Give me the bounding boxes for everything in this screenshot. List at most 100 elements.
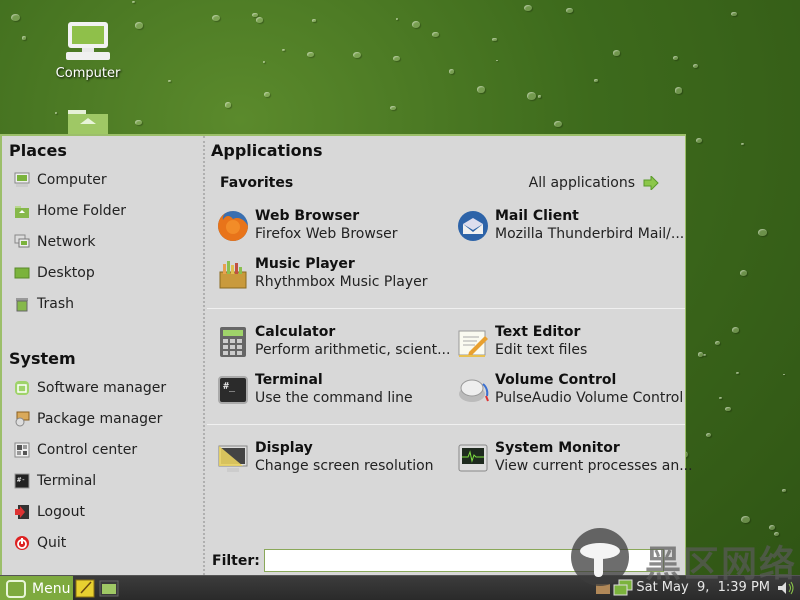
app-desc: Use the command line	[255, 390, 413, 406]
app-desc: Firefox Web Browser	[255, 226, 398, 242]
water-drop	[352, 51, 362, 59]
volume-control-icon	[457, 374, 489, 406]
system-item-quit[interactable]: Quit	[14, 530, 66, 556]
water-drop	[781, 488, 787, 493]
app-volume-control[interactable]: Volume Control PulseAudio Volume Control	[457, 371, 692, 408]
water-drop	[782, 373, 785, 376]
water-drop	[703, 353, 706, 356]
places-item-trash[interactable]: Trash	[14, 291, 74, 317]
water-drop	[773, 531, 779, 536]
app-terminal[interactable]: #_ Terminal Use the command line	[217, 371, 452, 408]
display-icon	[217, 442, 249, 474]
software-manager-icon	[14, 380, 30, 396]
filter-input[interactable]	[264, 549, 664, 572]
water-drop	[715, 341, 721, 345]
all-applications-button[interactable]: All applications	[529, 175, 659, 191]
logout-icon	[14, 504, 30, 520]
places-item-desktop[interactable]: Desktop	[14, 260, 95, 286]
water-drop	[224, 102, 232, 108]
terminal-icon: #_	[217, 374, 249, 406]
places-item-label: Computer	[37, 172, 107, 188]
desktop-icon-computer[interactable]: Computer	[33, 20, 143, 81]
menu-button[interactable]: Menu	[0, 576, 73, 600]
all-applications-label: All applications	[528, 175, 635, 191]
terminal-icon: #-	[14, 473, 30, 489]
system-monitor-icon	[457, 442, 489, 474]
app-desc: PulseAudio Volume Control	[495, 390, 684, 406]
water-drop	[131, 0, 135, 3]
water-drop	[674, 87, 683, 94]
app-desc: Change screen resolution	[255, 458, 434, 474]
desktop-icon	[14, 265, 30, 281]
system-item-terminal[interactable]: #- Terminal	[14, 468, 96, 494]
water-drop	[768, 524, 776, 530]
water-drop	[695, 137, 703, 144]
places-item-computer[interactable]: Computer	[14, 167, 107, 193]
menu-button-label: Menu	[32, 580, 71, 597]
app-display[interactable]: Display Change screen resolution	[217, 439, 452, 476]
app-text-editor[interactable]: Text Editor Edit text files	[457, 323, 692, 360]
start-menu: Places Computer Home Folder Network Desk…	[0, 134, 693, 575]
system-item-logout[interactable]: Logout	[14, 499, 85, 525]
places-title: Places	[9, 141, 67, 160]
taskbar: Menu Sat May 9, 1:39 PM	[0, 575, 800, 600]
app-calculator[interactable]: Calculator Perform arithmetic, scient...	[217, 323, 452, 360]
system-item-control-center[interactable]: Control center	[14, 437, 137, 463]
package-manager-icon	[14, 411, 30, 427]
show-desktop-icon[interactable]	[99, 579, 119, 598]
svg-text:#_: #_	[223, 381, 236, 392]
water-drop	[554, 120, 562, 127]
system-item-label: Package manager	[37, 411, 163, 427]
water-drop	[731, 327, 740, 334]
arrow-right-icon	[643, 176, 659, 190]
system-item-package-manager[interactable]: Package manager	[14, 406, 162, 432]
system-item-label: Control center	[37, 442, 138, 458]
water-drop	[476, 86, 486, 93]
app-system-monitor[interactable]: System Monitor View current processes an.…	[457, 439, 693, 476]
favorites-label: Favorites	[220, 175, 294, 191]
network-icon	[14, 234, 30, 250]
water-drop	[672, 56, 678, 61]
water-drop	[492, 37, 497, 42]
folder-tray-icon[interactable]	[596, 581, 610, 595]
clock[interactable]: Sat May 9, 1:39 PM	[636, 580, 770, 595]
system-item-software-manager[interactable]: Software manager	[14, 375, 166, 401]
quit-icon	[14, 535, 30, 551]
water-drop	[211, 14, 220, 22]
water-drop	[307, 52, 314, 58]
app-desc: Perform arithmetic, scient...	[255, 342, 451, 358]
filter-label: Filter:	[212, 553, 260, 569]
water-drop	[262, 61, 266, 64]
app-name: Text Editor	[495, 324, 581, 340]
app-name: Terminal	[255, 372, 323, 388]
water-drop	[312, 19, 316, 22]
water-drop	[594, 79, 599, 82]
app-name: System Monitor	[495, 440, 620, 456]
app-desc: Rhythmbox Music Player	[255, 274, 428, 290]
text-editor-launcher-icon[interactable]	[75, 579, 95, 598]
app-mail-client[interactable]: Mail Client Mozilla Thunderbird Mail/...	[457, 207, 692, 244]
water-drop	[11, 13, 21, 22]
app-name: Calculator	[255, 324, 336, 340]
calculator-icon	[217, 326, 249, 358]
volume-tray-icon[interactable]	[776, 580, 796, 596]
water-drop	[432, 31, 439, 37]
app-web-browser[interactable]: Web Browser Firefox Web Browser	[217, 207, 452, 244]
system-title: System	[9, 349, 76, 368]
places-item-home-folder[interactable]: Home Folder	[14, 198, 126, 224]
system-item-label: Software manager	[37, 380, 167, 396]
water-drop	[705, 433, 712, 438]
places-item-network[interactable]: Network	[14, 229, 95, 255]
system-item-label: Logout	[37, 504, 85, 520]
menu-left-column: Places Computer Home Folder Network Desk…	[2, 136, 205, 575]
water-drop	[612, 50, 620, 56]
water-drop	[395, 17, 399, 20]
water-drop	[495, 59, 498, 62]
home-folder-icon	[14, 203, 30, 219]
app-desc: Mozilla Thunderbird Mail/...	[495, 226, 685, 242]
water-drop	[523, 4, 532, 12]
water-drop	[692, 64, 698, 69]
water-drop	[448, 69, 455, 74]
app-music-player[interactable]: Music Player Rhythmbox Music Player	[217, 255, 452, 292]
network-tray-icon[interactable]	[613, 579, 633, 598]
